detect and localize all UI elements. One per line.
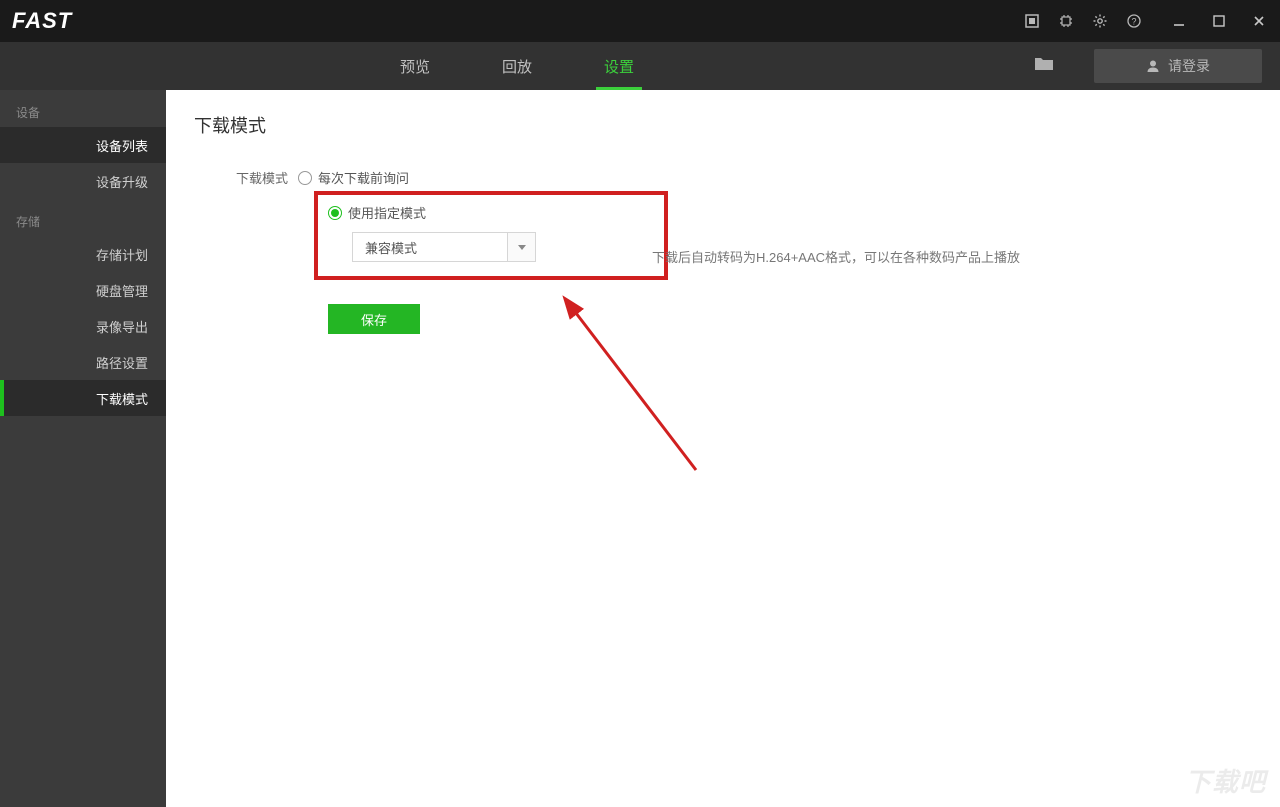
svg-text:?: ?	[1131, 17, 1136, 27]
download-mode-row: 下载模式 每次下载前询问	[224, 168, 1252, 187]
gear-icon[interactable]	[1090, 11, 1110, 31]
radio-specified-label: 使用指定模式	[348, 203, 426, 222]
app-logo: FAST	[12, 8, 72, 34]
login-button[interactable]: 请登录	[1094, 49, 1262, 83]
maximize-button[interactable]	[1210, 12, 1228, 30]
radio-ask-every-time[interactable]: 每次下载前询问	[298, 168, 409, 187]
top-nav: 预览 回放 设置 请登录	[0, 42, 1280, 90]
form-label-download-mode: 下载模式	[224, 168, 288, 187]
titlebar-tool-icons: ?	[1022, 11, 1144, 31]
radio-icon	[328, 206, 342, 220]
sidebar-item-storage-plan[interactable]: 存储计划	[0, 236, 166, 272]
chip-icon[interactable]	[1056, 11, 1076, 31]
sidebar-group-storage: 存储	[0, 199, 166, 236]
window-controls	[1170, 12, 1268, 30]
chevron-down-icon	[518, 245, 526, 250]
sidebar-item-record-export[interactable]: 录像导出	[0, 308, 166, 344]
sidebar-group-device: 设备	[0, 90, 166, 127]
sidebar-item-device-upgrade[interactable]: 设备升级	[0, 163, 166, 199]
sidebar-item-path-setting[interactable]: 路径设置	[0, 344, 166, 380]
mode-select-caret[interactable]	[508, 232, 536, 262]
user-icon	[1146, 59, 1160, 73]
folder-icon[interactable]	[1034, 56, 1054, 77]
mode-select[interactable]: 兼容模式	[352, 232, 508, 262]
close-button[interactable]	[1250, 12, 1268, 30]
sidebar-item-disk-manage[interactable]: 硬盘管理	[0, 272, 166, 308]
radio-use-specified[interactable]: 使用指定模式	[328, 203, 654, 222]
save-button[interactable]: 保存	[328, 304, 420, 334]
tab-preview[interactable]: 预览	[396, 42, 434, 90]
mode-hint-text: 下载后自动转码为H.264+AAC格式，可以在各种数码产品上播放	[652, 247, 1020, 266]
tab-settings[interactable]: 设置	[600, 42, 638, 90]
sidebar: 设备 设备列表 设备升级 存储 存储计划 硬盘管理 录像导出 路径设置 下载模式	[0, 90, 166, 807]
sidebar-item-download-mode[interactable]: 下载模式	[0, 380, 166, 416]
titlebar: FAST ?	[0, 0, 1280, 42]
help-icon[interactable]: ?	[1124, 11, 1144, 31]
sidebar-item-device-list[interactable]: 设备列表	[0, 127, 166, 163]
radio-ask-label: 每次下载前询问	[318, 168, 409, 187]
mode-select-value: 兼容模式	[365, 238, 417, 257]
content-area: 下载模式 下载模式 每次下载前询问 使用指定模式 兼容模式 下载后自动	[166, 90, 1280, 807]
login-label: 请登录	[1168, 56, 1210, 76]
screenshot-icon[interactable]	[1022, 11, 1042, 31]
annotation-highlight-box: 使用指定模式 兼容模式	[314, 191, 668, 280]
tab-playback[interactable]: 回放	[498, 42, 536, 90]
annotation-arrow	[546, 270, 726, 490]
page-title: 下载模式	[194, 112, 1252, 138]
radio-icon	[298, 171, 312, 185]
watermark: 下载吧	[1185, 762, 1266, 799]
minimize-button[interactable]	[1170, 12, 1188, 30]
